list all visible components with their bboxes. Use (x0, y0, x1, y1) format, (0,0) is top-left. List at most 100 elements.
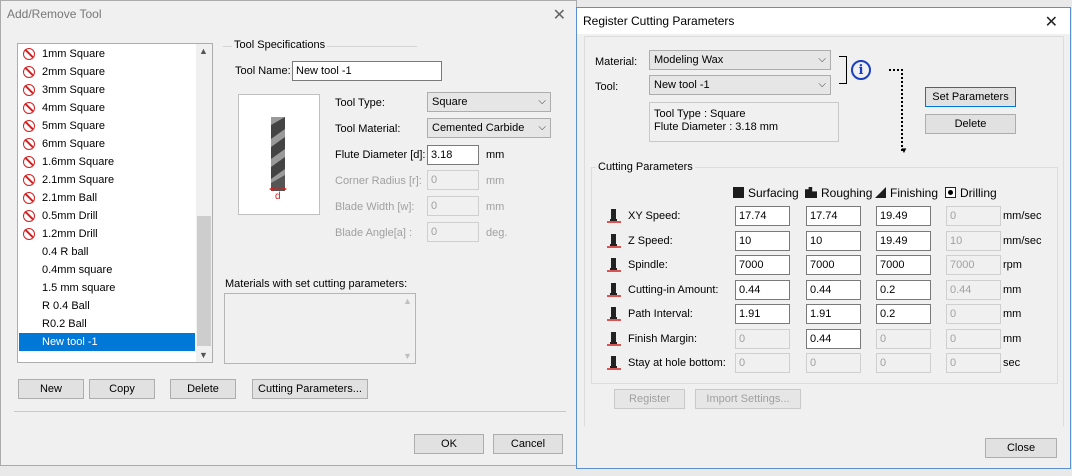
window-title: Register Cutting Parameters (583, 14, 735, 28)
tool-material-select[interactable]: Cemented Carbide ⌵ (427, 118, 551, 138)
param-value-field[interactable]: 0.2 (876, 279, 931, 300)
param-value-field[interactable]: 0 (946, 328, 1001, 349)
tool-list-item[interactable]: 1.5 mm square (19, 279, 195, 297)
param-value-field[interactable]: 7000 (876, 255, 931, 275)
info-icon[interactable]: i (851, 60, 871, 80)
tool-list-item[interactable]: 3mm Square (19, 81, 195, 99)
param-value-field[interactable]: 1.91 (735, 304, 790, 324)
param-unit: rpm (1003, 259, 1022, 271)
tool-list-scrollbar[interactable]: ▲ ▼ (196, 44, 212, 362)
tool-name-field[interactable]: New tool -1 (292, 61, 442, 81)
param-value-field[interactable]: 0 (735, 328, 790, 349)
tool-list-item[interactable]: 1.6mm Square (19, 153, 195, 171)
flute-diameter-field[interactable]: 3.18 (427, 145, 479, 165)
param-value-field[interactable]: 0 (946, 304, 1001, 324)
tool-list-item[interactable]: 2.1mm Ball (19, 189, 195, 207)
tool-list-item-label: 5mm Square (42, 120, 105, 132)
prohibited-icon (23, 84, 35, 96)
close-icon[interactable]: ✕ (553, 5, 566, 25)
column-header-label: Drilling (960, 186, 997, 200)
param-value-field[interactable]: 19.49 (876, 230, 931, 251)
tool-list-item[interactable]: 0.4mm square (19, 261, 195, 279)
tool-type-select[interactable]: Square ⌵ (427, 92, 551, 112)
tool-list-item[interactable]: New tool -1 (19, 333, 195, 351)
tool-list-item[interactable]: 1.2mm Drill (19, 225, 195, 243)
param-value-field[interactable]: 7000 (806, 255, 861, 275)
param-value-field[interactable]: 0 (806, 353, 861, 373)
tool-list-item[interactable]: R0.2 Ball (19, 315, 195, 333)
delete-button[interactable]: Delete (925, 114, 1016, 134)
set-parameters-button[interactable]: Set Parameters (925, 87, 1016, 107)
tool-preview-image: d (238, 94, 320, 215)
blade-angle-field[interactable]: 0 (427, 222, 479, 242)
import-settings-button[interactable]: Import Settings... (695, 389, 801, 409)
scroll-down-icon[interactable]: ▼ (403, 351, 412, 361)
param-value-field[interactable]: 0.44 (806, 279, 861, 300)
register-button[interactable]: Register (614, 389, 685, 409)
param-value-field[interactable]: 10 (735, 230, 790, 251)
material-select[interactable]: Modeling Wax ⌵ (649, 50, 831, 70)
dotted-arrow (889, 69, 903, 151)
param-value-field[interactable]: 17.74 (735, 206, 790, 226)
tool-list-item[interactable]: R 0.4 Ball (19, 297, 195, 315)
tool-list-item[interactable]: 2mm Square (19, 63, 195, 81)
close-icon[interactable]: ✕ (1045, 12, 1058, 32)
ok-button[interactable]: OK (414, 434, 484, 454)
scroll-up-icon[interactable]: ▲ (199, 46, 208, 56)
chevron-down-icon: ⌵ (538, 96, 546, 107)
add-remove-tool-window: Add/Remove Tool ✕ 1mm Square 2mm Square 3m… (0, 0, 577, 466)
prohibited-icon (23, 66, 35, 78)
param-value-field[interactable]: 0.2 (876, 304, 931, 324)
materials-list[interactable]: ▲ ▼ (224, 293, 416, 364)
param-value-field[interactable]: 10 (806, 230, 861, 251)
chevron-down-icon: ⌵ (818, 54, 826, 65)
tool-select[interactable]: New tool -1 ⌵ (649, 75, 831, 95)
tool-list-item[interactable]: 6mm Square (19, 135, 195, 153)
param-value-field[interactable]: 7000 (946, 255, 1001, 275)
close-button[interactable]: Close (985, 438, 1057, 458)
param-value-field[interactable]: 19.49 (876, 206, 931, 226)
param-value-field[interactable]: 0.44 (946, 279, 1001, 300)
scroll-down-icon[interactable]: ▼ (199, 350, 208, 360)
cutting-parameters-button[interactable]: Cutting Parameters... (252, 379, 368, 399)
delete-button[interactable]: Delete (170, 379, 236, 399)
param-value-field[interactable]: 1.91 (806, 304, 861, 324)
tool-info-box: Tool Type : Square Flute Diameter : 3.18… (649, 102, 839, 142)
tool-list-item-label: 4mm Square (42, 102, 105, 114)
tool-list-item-label: R 0.4 Ball (42, 300, 90, 312)
param-value-field[interactable]: 0 (946, 206, 1001, 226)
param-value-field[interactable]: 0 (876, 328, 931, 349)
param-value-field[interactable]: 0 (735, 353, 790, 373)
tool-list-item[interactable]: 0.5mm Drill (19, 207, 195, 225)
window-title: Add/Remove Tool (7, 7, 102, 21)
blade-width-field[interactable]: 0 (427, 196, 479, 216)
column-header-label: Finishing (890, 186, 939, 200)
param-value-field[interactable]: 0.44 (806, 328, 861, 349)
param-value-field[interactable]: 10 (946, 230, 1001, 251)
tool-list-item-label: 2mm Square (42, 66, 105, 78)
materials-scrollbar[interactable]: ▲ ▼ (399, 294, 415, 363)
tool-list-item[interactable]: 5mm Square (19, 117, 195, 135)
tool-list-item[interactable]: 0.4 R ball (19, 243, 195, 261)
tool-list-item-label: New tool -1 (42, 336, 98, 348)
new-button[interactable]: New (18, 379, 84, 399)
material-label: Material: (595, 56, 638, 68)
column-header-surfacing: Surfacing (733, 186, 799, 200)
tool-specifications-title: Tool Specifications (232, 39, 328, 51)
param-value-field[interactable]: 0 (946, 353, 1001, 373)
corner-radius-field[interactable]: 0 (427, 170, 479, 190)
scroll-up-icon[interactable]: ▲ (403, 296, 412, 306)
scroll-thumb[interactable] (197, 216, 211, 346)
tool-list-item[interactable]: 2.1mm Square (19, 171, 195, 189)
tool-list-item[interactable]: 1mm Square (19, 45, 195, 63)
param-value-field[interactable]: 17.74 (806, 206, 861, 226)
param-value-field[interactable]: 0.44 (735, 279, 790, 300)
param-value-field[interactable]: 0 (876, 353, 931, 373)
tool-list-item-label: 0.4mm square (42, 264, 113, 276)
param-value-field[interactable]: 7000 (735, 255, 790, 275)
cancel-button[interactable]: Cancel (493, 434, 563, 454)
tool-list[interactable]: 1mm Square 2mm Square 3mm Square 4mm Square… (17, 43, 213, 363)
tool-list-item[interactable]: 4mm Square (19, 99, 195, 117)
copy-button[interactable]: Copy (89, 379, 155, 399)
corner-unit: mm (486, 175, 505, 187)
